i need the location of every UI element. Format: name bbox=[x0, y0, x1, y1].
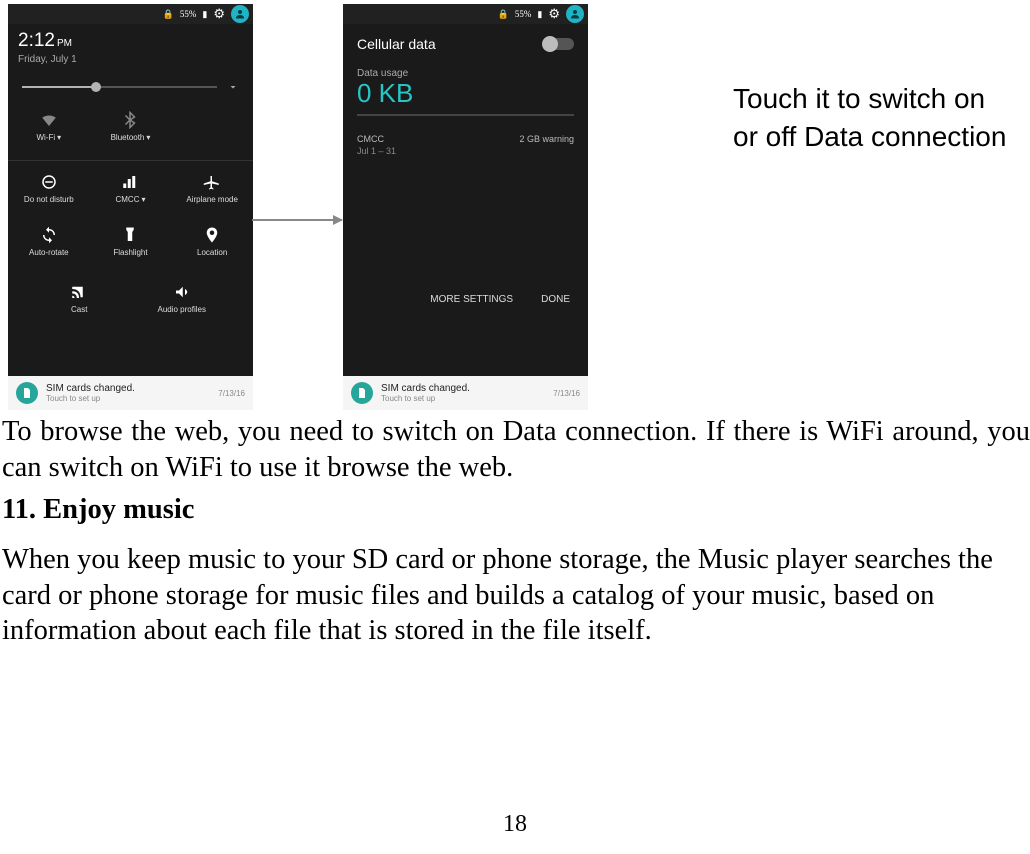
notif-texts: SIM cards changed. Touch to set up bbox=[46, 383, 210, 403]
status-bar: 🔒 55% ▮ ⚙ bbox=[8, 4, 253, 24]
actions-row: MORE SETTINGS DONE bbox=[343, 280, 588, 319]
location-label: Location bbox=[197, 248, 227, 257]
sim-icon bbox=[16, 382, 38, 404]
notif-date: 7/13/16 bbox=[553, 389, 580, 398]
usage-box: Data usage 0 KB bbox=[343, 64, 588, 126]
dnd-label: Do not disturb bbox=[24, 195, 74, 204]
flashlight-icon bbox=[121, 226, 139, 244]
time-value: 2:12 bbox=[18, 30, 55, 51]
dnd-icon bbox=[40, 173, 58, 191]
notif-date: 7/13/16 bbox=[218, 389, 245, 398]
paragraph-data-connection: To browse the web, you need to switch on… bbox=[2, 414, 1030, 485]
more-settings-button[interactable]: MORE SETTINGS bbox=[430, 294, 513, 305]
tile-cellular[interactable]: CMCC▾ bbox=[90, 165, 172, 212]
audio-icon bbox=[173, 283, 191, 301]
brightness-fill bbox=[22, 86, 96, 88]
tile-audio[interactable]: Audio profiles bbox=[131, 275, 234, 322]
airplane-label: Airplane mode bbox=[186, 195, 238, 204]
tile-flashlight[interactable]: Flashlight bbox=[90, 218, 172, 265]
date-label: Friday, July 1 bbox=[18, 54, 243, 65]
battery-percent: 55% bbox=[180, 9, 197, 19]
time-ampm: PM bbox=[57, 38, 72, 49]
settings-icon[interactable]: ⚙ bbox=[213, 6, 225, 22]
carrier-label: CMCC bbox=[357, 134, 384, 144]
battery-icon: ▮ bbox=[537, 9, 542, 20]
usage-bar bbox=[357, 114, 574, 116]
paragraph-music: When you keep music to your SD card or p… bbox=[2, 542, 1030, 649]
cast-icon bbox=[70, 283, 88, 301]
flashlight-label: Flashlight bbox=[113, 248, 147, 257]
page: 🔒 55% ▮ ⚙ 2:12PM Friday, July 1 bbox=[0, 0, 1030, 854]
notification-bar[interactable]: SIM cards changed. Touch to set up 7/13/… bbox=[8, 376, 253, 410]
location-icon bbox=[203, 226, 221, 244]
user-avatar-icon[interactable] bbox=[231, 5, 249, 23]
user-avatar-icon[interactable] bbox=[566, 5, 584, 23]
audio-label: Audio profiles bbox=[158, 305, 206, 314]
tile-wifi[interactable]: Wi-Fi▾ bbox=[8, 103, 90, 150]
carrier-row: CMCC 2 GB warning bbox=[343, 126, 588, 144]
caret-icon: ▾ bbox=[57, 133, 61, 142]
bluetooth-icon bbox=[121, 111, 139, 129]
notif-texts: SIM cards changed. Touch to set up bbox=[381, 383, 545, 403]
notif-title: SIM cards changed. bbox=[46, 383, 210, 394]
cast-label: Cast bbox=[71, 305, 87, 314]
notification-bar[interactable]: SIM cards changed. Touch to set up 7/13/… bbox=[343, 376, 588, 410]
tile-autorotate[interactable]: Auto-rotate bbox=[8, 218, 90, 265]
settings-icon[interactable]: ⚙ bbox=[548, 6, 560, 22]
battery-percent: 55% bbox=[515, 9, 532, 19]
sim-icon bbox=[351, 382, 373, 404]
tile-location[interactable]: Location bbox=[171, 218, 253, 265]
caret-icon: ▾ bbox=[141, 195, 145, 204]
callout-text: Touch it to switch on or off Data connec… bbox=[733, 80, 1013, 156]
notif-sub: Touch to set up bbox=[46, 394, 210, 403]
brightness-track[interactable] bbox=[22, 86, 217, 88]
tile-bluetooth[interactable]: Bluetooth▾ bbox=[90, 103, 172, 150]
status-bar: 🔒 55% ▮ ⚙ bbox=[343, 4, 588, 24]
lock-icon: 🔒 bbox=[498, 9, 509, 20]
annotation-arrow bbox=[252, 219, 342, 221]
cellular-toggle[interactable] bbox=[544, 38, 574, 50]
heading-enjoy-music: 11. Enjoy music bbox=[2, 494, 194, 526]
airplane-icon bbox=[203, 173, 221, 191]
cellular-header: Cellular data bbox=[343, 24, 588, 64]
tile-dnd[interactable]: Do not disturb bbox=[8, 165, 90, 212]
qs-row-2: Do not disturb CMCC▾ Airplane mode bbox=[8, 165, 253, 218]
tile-spacer bbox=[171, 103, 253, 150]
brightness-slider[interactable] bbox=[8, 75, 253, 103]
qs-row-4: Cast Audio profiles bbox=[8, 271, 253, 324]
usage-value: 0 KB bbox=[357, 79, 574, 108]
lock-icon: 🔒 bbox=[163, 9, 174, 20]
signal-icon bbox=[121, 173, 139, 191]
qs-row-3: Auto-rotate Flashlight Location bbox=[8, 218, 253, 271]
time-block: 2:12PM Friday, July 1 bbox=[8, 24, 253, 75]
wifi-label: Wi-Fi bbox=[36, 133, 55, 142]
page-number: 18 bbox=[0, 811, 1030, 838]
autorotate-icon bbox=[40, 226, 58, 244]
autorotate-label: Auto-rotate bbox=[29, 248, 69, 257]
wifi-icon bbox=[40, 111, 58, 129]
bluetooth-label: Bluetooth bbox=[111, 133, 145, 142]
phone-cellular-data: 🔒 55% ▮ ⚙ Cellular data Data usage 0 KB bbox=[343, 4, 588, 410]
tile-airplane[interactable]: Airplane mode bbox=[171, 165, 253, 212]
cellular-title: Cellular data bbox=[357, 36, 436, 52]
warning-label: 2 GB warning bbox=[519, 134, 574, 144]
date-range: Jul 1 – 31 bbox=[343, 144, 588, 156]
qs-row-1: Wi-Fi▾ Bluetooth▾ bbox=[8, 103, 253, 156]
clock-time: 2:12PM bbox=[18, 30, 243, 52]
done-button[interactable]: DONE bbox=[541, 294, 570, 305]
battery-icon: ▮ bbox=[202, 9, 207, 20]
caret-icon: ▾ bbox=[146, 133, 150, 142]
brightness-thumb[interactable] bbox=[91, 82, 101, 92]
notif-sub: Touch to set up bbox=[381, 394, 545, 403]
cmcc-label: CMCC bbox=[115, 195, 139, 204]
divider bbox=[8, 160, 253, 161]
phone-quick-settings: 🔒 55% ▮ ⚙ 2:12PM Friday, July 1 bbox=[8, 4, 253, 410]
toggle-thumb[interactable] bbox=[542, 36, 558, 52]
chevron-down-icon[interactable] bbox=[227, 81, 239, 93]
screenshots-row: 🔒 55% ▮ ⚙ 2:12PM Friday, July 1 bbox=[0, 0, 1030, 410]
notif-title: SIM cards changed. bbox=[381, 383, 545, 394]
tile-cast[interactable]: Cast bbox=[28, 275, 131, 322]
